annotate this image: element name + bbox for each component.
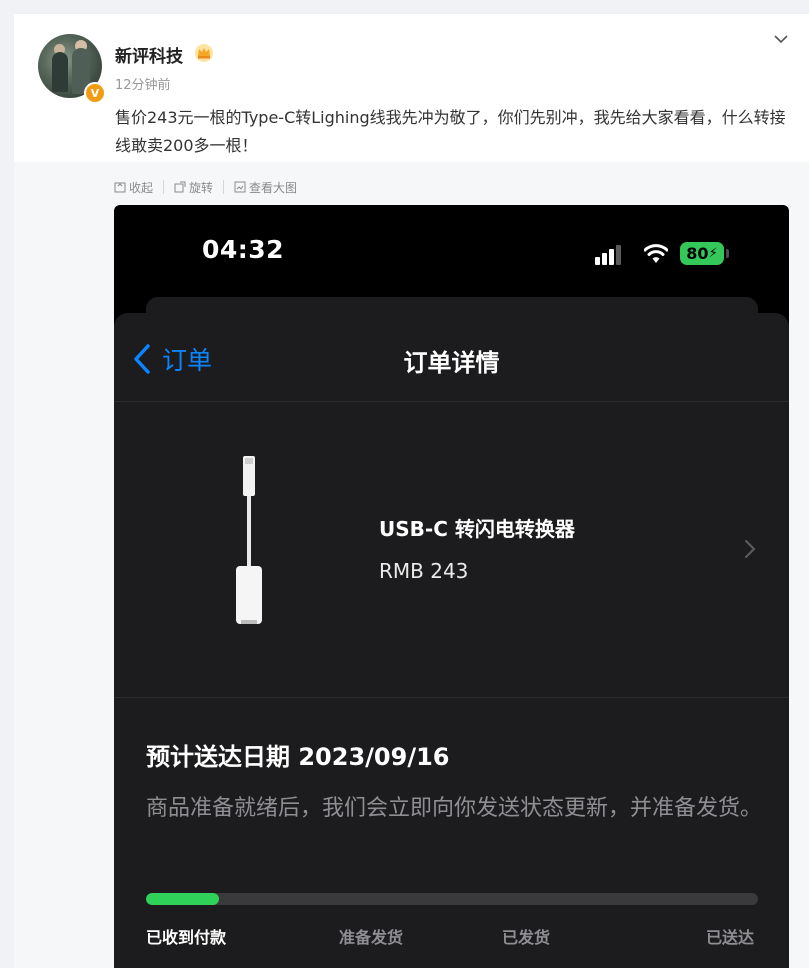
battery-icon: 80 ⚡ (680, 242, 724, 265)
view-large-label: 查看大图 (249, 180, 298, 195)
status-time: 04:32 (202, 235, 285, 264)
adapter-image (236, 456, 262, 624)
stage-preparing: 准备发货 (339, 928, 404, 947)
view-large-button[interactable]: 查看大图 (234, 179, 297, 196)
chevron-right-icon[interactable] (744, 539, 756, 559)
battery-level: 80 (686, 244, 709, 263)
collapse-label: 收起 (129, 180, 154, 195)
verified-badge-icon: V (84, 82, 106, 104)
media-toolbar: 收起 旋转 查看大图 (114, 178, 297, 196)
wifi-icon (644, 244, 668, 263)
product-name: USB-C 转闪电转换器 (379, 517, 575, 541)
stage-delivered: 已送达 (706, 928, 755, 947)
collapse-icon (114, 182, 126, 193)
post-text: 售价243元一根的Type-C转Lighing线我先冲为敬了，你们先别冲，我先给… (115, 108, 786, 155)
collapse-button[interactable]: 收起 (114, 179, 153, 196)
stage-shipped: 已发货 (502, 928, 551, 947)
rotate-icon (174, 181, 186, 193)
crown-icon (195, 44, 213, 62)
phone-screenshot[interactable]: 04:32 80 ⚡ 订单 订单详情 USB-C 转闪电转换器 RMB 243 … (114, 205, 789, 968)
toolbar-divider (163, 180, 165, 194)
rotate-label: 旋转 (189, 180, 214, 195)
product-row[interactable]: USB-C 转闪电转换器 RMB 243 (114, 401, 789, 698)
toolbar-divider (223, 180, 225, 194)
delivery-description: 商品准备就绪后，我们会立即向你发送状态更新，并准备发货。 (146, 796, 763, 821)
product-price: RMB 243 (379, 559, 469, 583)
delivery-date: 预计送达日期 2023/09/16 (146, 743, 450, 771)
rotate-button[interactable]: 旋转 (174, 179, 213, 196)
chevron-down-icon[interactable] (772, 30, 790, 48)
stage-payment-received: 已收到付款 (146, 928, 227, 947)
post-time[interactable]: 12分钟前 (115, 74, 171, 93)
view-large-icon (234, 181, 246, 193)
progress-fill (146, 893, 220, 905)
progress-bar (146, 893, 758, 905)
battery-cap (726, 249, 729, 258)
nav-bar: 订单 订单详情 (114, 313, 789, 402)
nav-title: 订单详情 (403, 349, 500, 377)
username[interactable]: 新评科技 (115, 42, 183, 67)
signal-icon (595, 245, 621, 265)
order-detail-sheet: 订单 订单详情 USB-C 转闪电转换器 RMB 243 预计送达日期 2023… (114, 313, 789, 968)
